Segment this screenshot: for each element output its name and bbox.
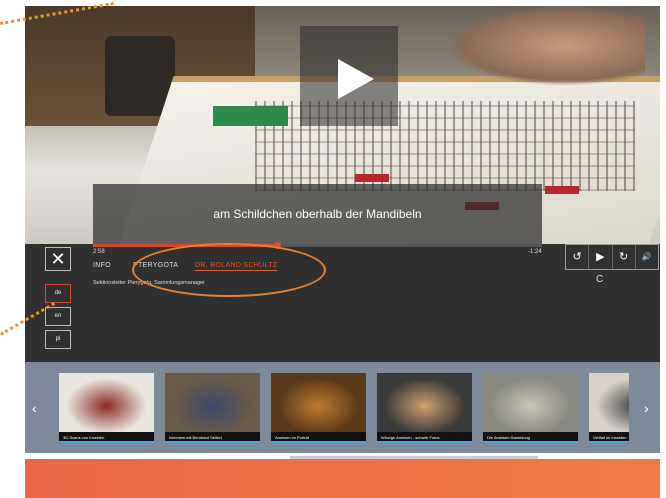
volume-icon[interactable]: 🔊 <box>636 245 658 269</box>
language-en[interactable]: en <box>45 307 71 326</box>
player-controls: ↺ ▶ ↻ 🔊 <box>565 244 659 270</box>
forward-icon[interactable]: ↻ <box>613 245 636 269</box>
thumbnail-item[interactable]: Vielfalt im Insekten <box>589 373 629 443</box>
thumbnail-image <box>589 373 629 433</box>
thumbnail-progress <box>483 441 578 443</box>
language-de[interactable]: de <box>45 284 71 303</box>
time-current: 2:58 <box>93 249 105 255</box>
thumbnail-progress <box>165 441 260 443</box>
thumbnail-image <box>59 373 154 433</box>
thumbnail-progress <box>59 441 154 443</box>
thumbnail-image <box>165 373 260 433</box>
thumbnail-item[interactable]: Interview mit Bernhard Seifert <box>165 373 260 443</box>
close-button[interactable]: ✕ <box>45 247 71 271</box>
play-icon <box>338 59 374 99</box>
replay-icon[interactable]: ↺ <box>566 245 590 269</box>
subtitle-box: am Schildchen oberhalb der Mandibeln <box>93 184 542 244</box>
play-button[interactable] <box>300 26 398 126</box>
footer-bar <box>25 459 660 498</box>
tab-info[interactable]: INFO <box>93 262 111 269</box>
thumbnail-progress <box>589 441 629 443</box>
thumbnail-progress <box>271 441 366 443</box>
thumbnail-image <box>271 373 366 433</box>
video-player[interactable]: am Schildchen oberhalb der Mandibeln <box>25 6 660 244</box>
thumbnail-item[interactable]: 3D-Scans von Insekten <box>59 373 154 443</box>
thumbnail-image <box>377 373 472 433</box>
prev-arrow-icon[interactable]: ‹ <box>32 400 37 416</box>
thumbnail-progress <box>377 441 472 443</box>
annotation-ellipse <box>132 243 326 297</box>
thumbnail-item[interactable]: Die Ameisen-Sammlung <box>483 373 578 443</box>
next-arrow-icon[interactable]: › <box>644 400 649 416</box>
progress-bar[interactable] <box>93 242 542 249</box>
play-icon[interactable]: ▶ <box>589 245 613 269</box>
thumbnail-item[interactable]: Winzige Ameisen - scharfe Fotos <box>377 373 472 443</box>
hand-with-tool <box>445 6 645 86</box>
red-label <box>545 186 579 194</box>
related-videos-strip: ‹ › 3D-Scans von Insekten Interview mit B… <box>25 362 660 453</box>
language-pl[interactable]: pl <box>45 330 71 349</box>
tray-label <box>213 106 288 126</box>
thumbnail-item[interactable]: Ameisen im Porträt <box>271 373 366 443</box>
red-label <box>355 174 389 182</box>
subtitle-text: am Schildchen oberhalb der Mandibeln <box>213 207 422 221</box>
thumbnail-image <box>483 373 578 433</box>
time-remaining: -1:24 <box>528 249 542 255</box>
info-panel: 2:58 -1:24 ✕ INFO PTERYGOTA DR. ROLAND S… <box>25 242 660 362</box>
control-hint: C <box>596 274 604 285</box>
